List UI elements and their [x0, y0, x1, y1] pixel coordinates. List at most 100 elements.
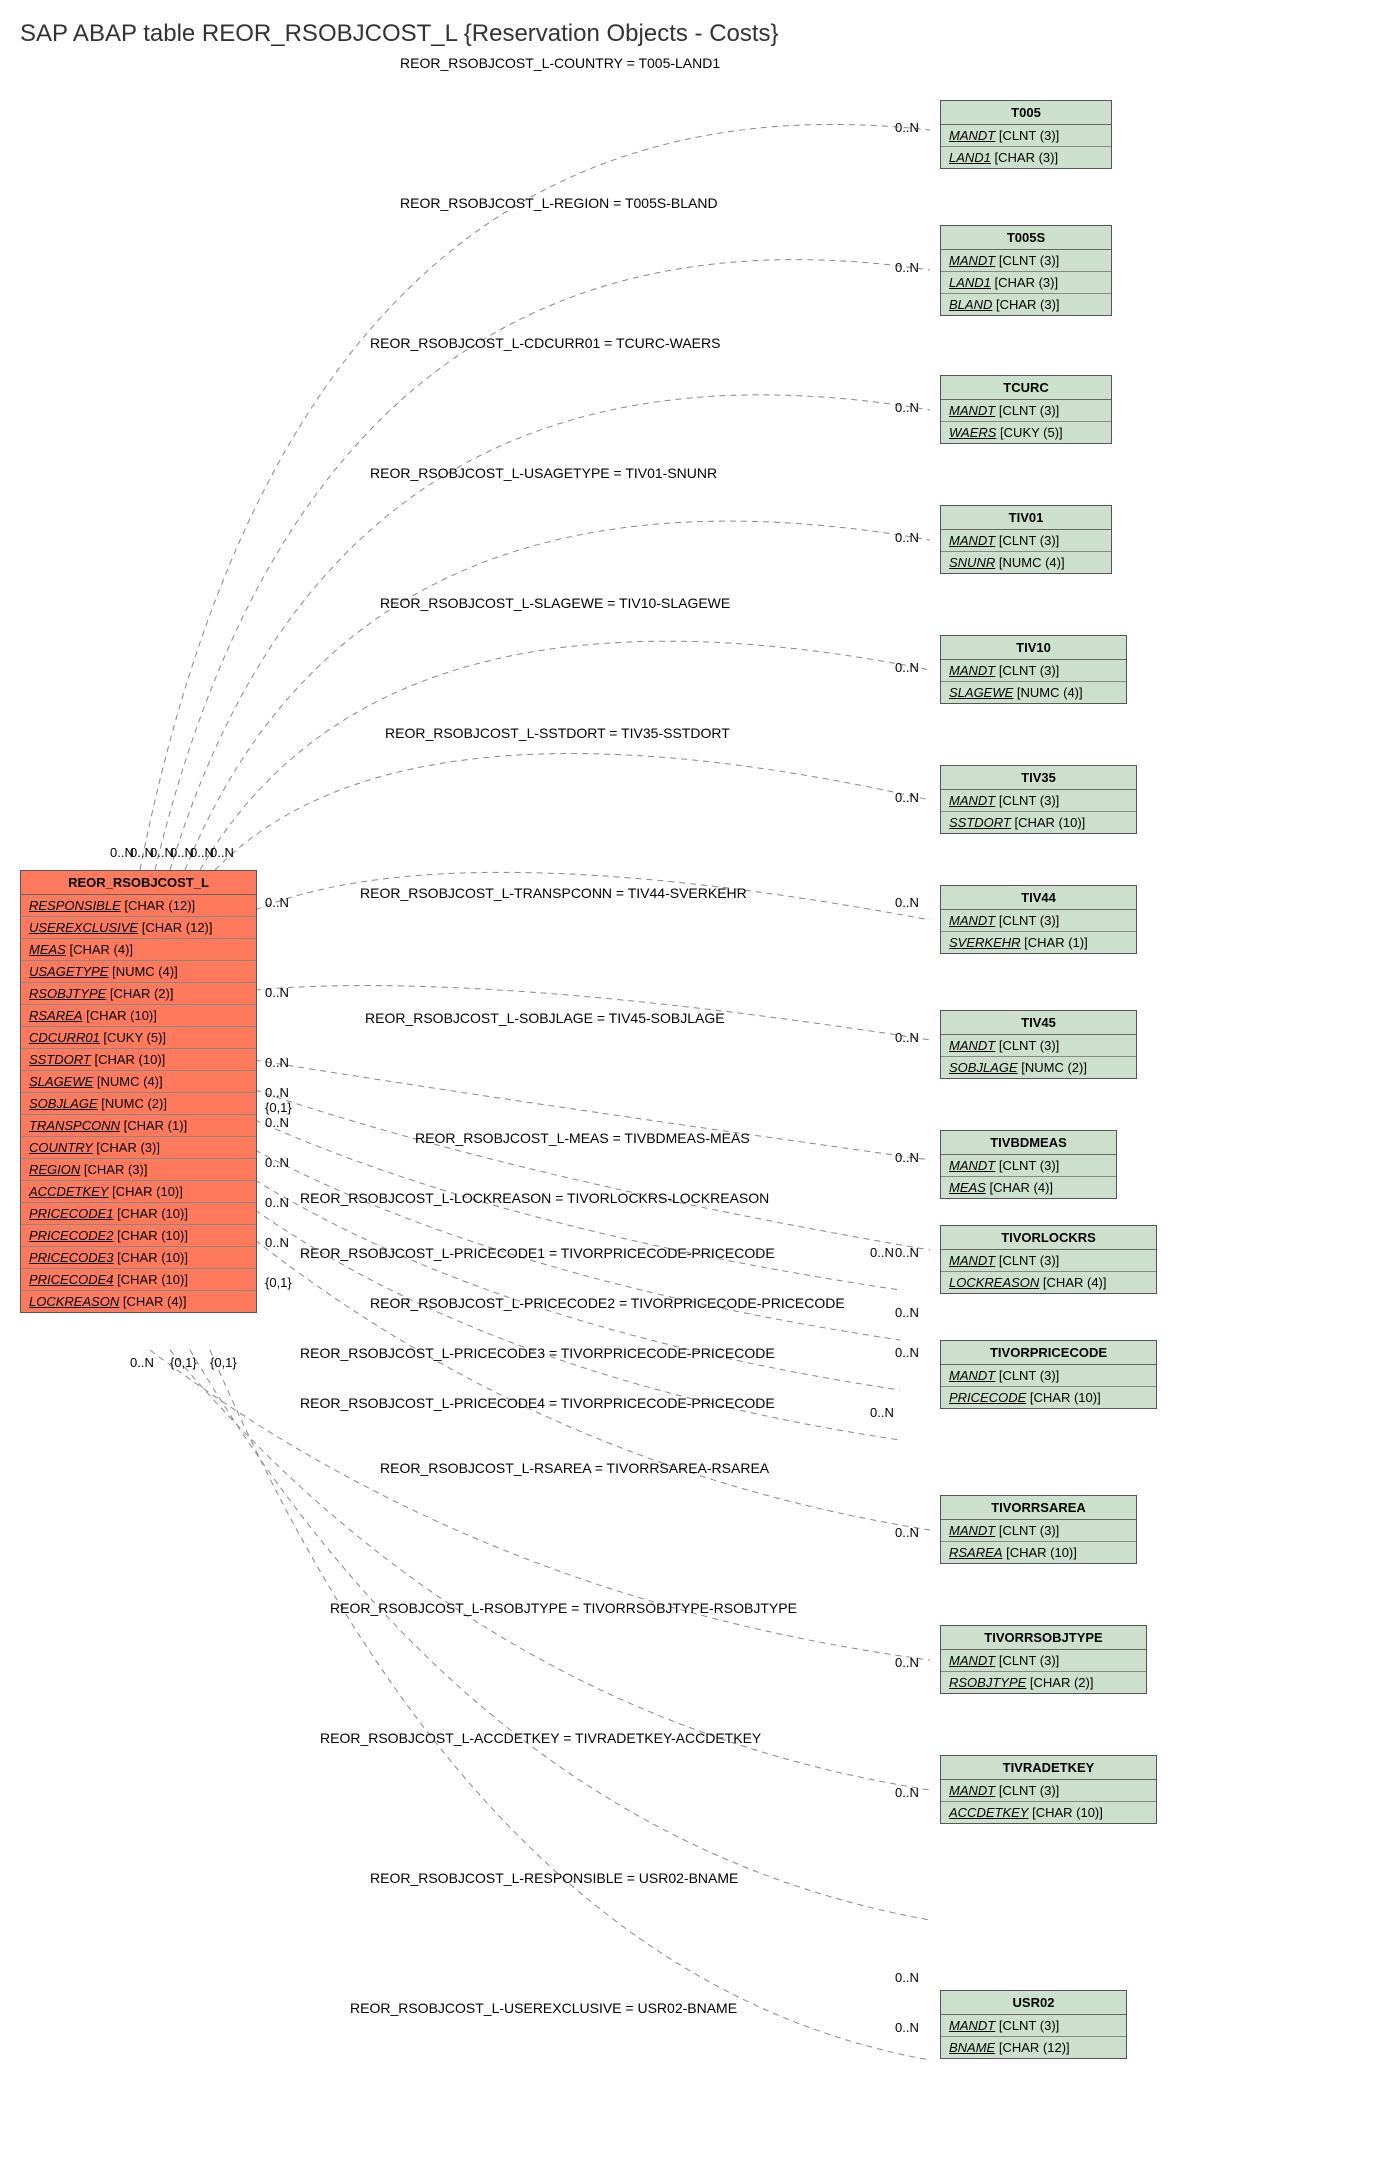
- cardinality-right: 0..N: [895, 400, 919, 415]
- entity-field: SLAGEWE [NUMC (4)]: [21, 1071, 256, 1093]
- entity-field: RSAREA [CHAR (10)]: [941, 1542, 1136, 1563]
- cardinality-right: 0..N: [895, 895, 919, 910]
- relation-label: REOR_RSOBJCOST_L-ACCDETKEY = TIVRADETKEY…: [320, 1730, 761, 1746]
- cardinality-right: 0..N: [870, 1245, 894, 1260]
- relation-label: REOR_RSOBJCOST_L-PRICECODE1 = TIVORPRICE…: [300, 1245, 775, 1261]
- entity-field: RSOBJTYPE [CHAR (2)]: [941, 1672, 1146, 1693]
- cardinality-right: 0..N: [895, 1030, 919, 1045]
- cardinality-right: 0..N: [895, 1655, 919, 1670]
- relation-label: REOR_RSOBJCOST_L-MEAS = TIVBDMEAS-MEAS: [415, 1130, 750, 1146]
- entity-field: PRICECODE2 [CHAR (10)]: [21, 1225, 256, 1247]
- entity-source-name: REOR_RSOBJCOST_L: [21, 871, 256, 895]
- entity-field: MANDT [CLNT (3)]: [941, 1365, 1156, 1387]
- entity-target-name: TIV44: [941, 886, 1136, 910]
- entity-field: MANDT [CLNT (3)]: [941, 1780, 1156, 1802]
- entity-field: MANDT [CLNT (3)]: [941, 2015, 1126, 2037]
- cardinality-left: {0,1}: [210, 1355, 237, 1370]
- entity-field: ACCDETKEY [CHAR (10)]: [941, 1802, 1156, 1823]
- cardinality-left: 0..N: [265, 1155, 289, 1170]
- entity-field: CDCURR01 [CUKY (5)]: [21, 1027, 256, 1049]
- relation-label: REOR_RSOBJCOST_L-USAGETYPE = TIV01-SNUNR: [370, 465, 717, 481]
- cardinality-right: 0..N: [895, 1305, 919, 1320]
- entity-target: T005SMANDT [CLNT (3)]LAND1 [CHAR (3)]BLA…: [940, 225, 1112, 316]
- relation-label: REOR_RSOBJCOST_L-SOBJLAGE = TIV45-SOBJLA…: [365, 1010, 725, 1026]
- entity-target: TIVORPRICECODEMANDT [CLNT (3)]PRICECODE …: [940, 1340, 1157, 1409]
- relation-label: REOR_RSOBJCOST_L-PRICECODE2 = TIVORPRICE…: [370, 1295, 845, 1311]
- entity-target: TIVRADETKEYMANDT [CLNT (3)]ACCDETKEY [CH…: [940, 1755, 1157, 1824]
- cardinality-right: 0..N: [895, 2020, 919, 2035]
- entity-target-name: TIV10: [941, 636, 1126, 660]
- entity-target: USR02MANDT [CLNT (3)]BNAME [CHAR (12)]: [940, 1990, 1127, 2059]
- entity-field: SSTDORT [CHAR (10)]: [941, 812, 1136, 833]
- entity-target-name: TIV45: [941, 1011, 1136, 1035]
- entity-target: TIV01MANDT [CLNT (3)]SNUNR [NUMC (4)]: [940, 505, 1112, 574]
- entity-field: TRANSPCONN [CHAR (1)]: [21, 1115, 256, 1137]
- entity-field: MANDT [CLNT (3)]: [941, 250, 1111, 272]
- entity-field: RSOBJTYPE [CHAR (2)]: [21, 983, 256, 1005]
- entity-field: PRICECODE1 [CHAR (10)]: [21, 1203, 256, 1225]
- entity-field: PRICECODE [CHAR (10)]: [941, 1387, 1156, 1408]
- cardinality-right: 0..N: [870, 1405, 894, 1420]
- cardinality-left: 0..N: [265, 1055, 289, 1070]
- relation-label: REOR_RSOBJCOST_L-COUNTRY = T005-LAND1: [400, 55, 720, 71]
- entity-field: COUNTRY [CHAR (3)]: [21, 1137, 256, 1159]
- relation-label: REOR_RSOBJCOST_L-LOCKREASON = TIVORLOCKR…: [300, 1190, 769, 1206]
- entity-target: TIV44MANDT [CLNT (3)]SVERKEHR [CHAR (1)]: [940, 885, 1137, 954]
- entity-field: SLAGEWE [NUMC (4)]: [941, 682, 1126, 703]
- cardinality-right: 0..N: [895, 1245, 919, 1260]
- entity-source: REOR_RSOBJCOST_L RESPONSIBLE [CHAR (12)]…: [20, 870, 257, 1313]
- cardinality-left: 0..N: [265, 895, 289, 910]
- entity-field: LOCKREASON [CHAR (4)]: [21, 1291, 256, 1312]
- entity-field: BNAME [CHAR (12)]: [941, 2037, 1126, 2058]
- entity-target-name: TIVBDMEAS: [941, 1131, 1116, 1155]
- entity-target: TIVBDMEASMANDT [CLNT (3)]MEAS [CHAR (4)]: [940, 1130, 1117, 1199]
- entity-field: BLAND [CHAR (3)]: [941, 294, 1111, 315]
- relation-label: REOR_RSOBJCOST_L-SLAGEWE = TIV10-SLAGEWE: [380, 595, 730, 611]
- entity-field: MANDT [CLNT (3)]: [941, 530, 1111, 552]
- entity-field: LOCKREASON [CHAR (4)]: [941, 1272, 1156, 1293]
- entity-field: SSTDORT [CHAR (10)]: [21, 1049, 256, 1071]
- cardinality-right: 0..N: [895, 120, 919, 135]
- cardinality-left: {0,1}: [170, 1355, 197, 1370]
- entity-field: MANDT [CLNT (3)]: [941, 1520, 1136, 1542]
- entity-field: SOBJLAGE [NUMC (2)]: [941, 1057, 1136, 1078]
- cardinality-left: {0,1}: [265, 1275, 292, 1290]
- entity-target: TIVORRSAREAMANDT [CLNT (3)]RSAREA [CHAR …: [940, 1495, 1137, 1564]
- cardinality-left: 0..N: [265, 1115, 289, 1130]
- relation-label: REOR_RSOBJCOST_L-SSTDORT = TIV35-SSTDORT: [385, 725, 730, 741]
- entity-field: MEAS [CHAR (4)]: [941, 1177, 1116, 1198]
- entity-target-name: TIVORRSOBJTYPE: [941, 1626, 1146, 1650]
- entity-field: MEAS [CHAR (4)]: [21, 939, 256, 961]
- entity-target-name: TIV01: [941, 506, 1111, 530]
- entity-field: MANDT [CLNT (3)]: [941, 1155, 1116, 1177]
- entity-field: SNUNR [NUMC (4)]: [941, 552, 1111, 573]
- relation-label: REOR_RSOBJCOST_L-TRANSPCONN = TIV44-SVER…: [360, 885, 747, 901]
- entity-field: MANDT [CLNT (3)]: [941, 790, 1136, 812]
- cardinality-right: 0..N: [895, 790, 919, 805]
- entity-field: MANDT [CLNT (3)]: [941, 660, 1126, 682]
- cardinality-right: 0..N: [895, 1970, 919, 1985]
- entity-field: PRICECODE4 [CHAR (10)]: [21, 1269, 256, 1291]
- entity-field: USEREXCLUSIVE [CHAR (12)]: [21, 917, 256, 939]
- cardinality-right: 0..N: [895, 1525, 919, 1540]
- entity-field: SVERKEHR [CHAR (1)]: [941, 932, 1136, 953]
- entity-field: RESPONSIBLE [CHAR (12)]: [21, 895, 256, 917]
- relation-label: REOR_RSOBJCOST_L-RSAREA = TIVORRSAREA-RS…: [380, 1460, 769, 1476]
- entity-field: REGION [CHAR (3)]: [21, 1159, 256, 1181]
- entity-field: WAERS [CUKY (5)]: [941, 422, 1111, 443]
- relation-label: REOR_RSOBJCOST_L-RESPONSIBLE = USR02-BNA…: [370, 1870, 738, 1886]
- relation-label: REOR_RSOBJCOST_L-PRICECODE3 = TIVORPRICE…: [300, 1345, 775, 1361]
- entity-target: TIV45MANDT [CLNT (3)]SOBJLAGE [NUMC (2)]: [940, 1010, 1137, 1079]
- entity-target-name: TIVORRSAREA: [941, 1496, 1136, 1520]
- entity-field: PRICECODE3 [CHAR (10)]: [21, 1247, 256, 1269]
- relation-label: REOR_RSOBJCOST_L-USEREXCLUSIVE = USR02-B…: [350, 2000, 737, 2016]
- entity-target-name: T005S: [941, 226, 1111, 250]
- relation-label: REOR_RSOBJCOST_L-REGION = T005S-BLAND: [400, 195, 718, 211]
- entity-target: T005MANDT [CLNT (3)]LAND1 [CHAR (3)]: [940, 100, 1112, 169]
- cardinality-right: 0..N: [895, 260, 919, 275]
- entity-field: LAND1 [CHAR (3)]: [941, 272, 1111, 294]
- cardinality-left: 0..N: [265, 985, 289, 1000]
- page-title: SAP ABAP table REOR_RSOBJCOST_L {Reserva…: [20, 20, 779, 48]
- entity-field: ACCDETKEY [CHAR (10)]: [21, 1181, 256, 1203]
- entity-target: TIVORLOCKRSMANDT [CLNT (3)]LOCKREASON [C…: [940, 1225, 1157, 1294]
